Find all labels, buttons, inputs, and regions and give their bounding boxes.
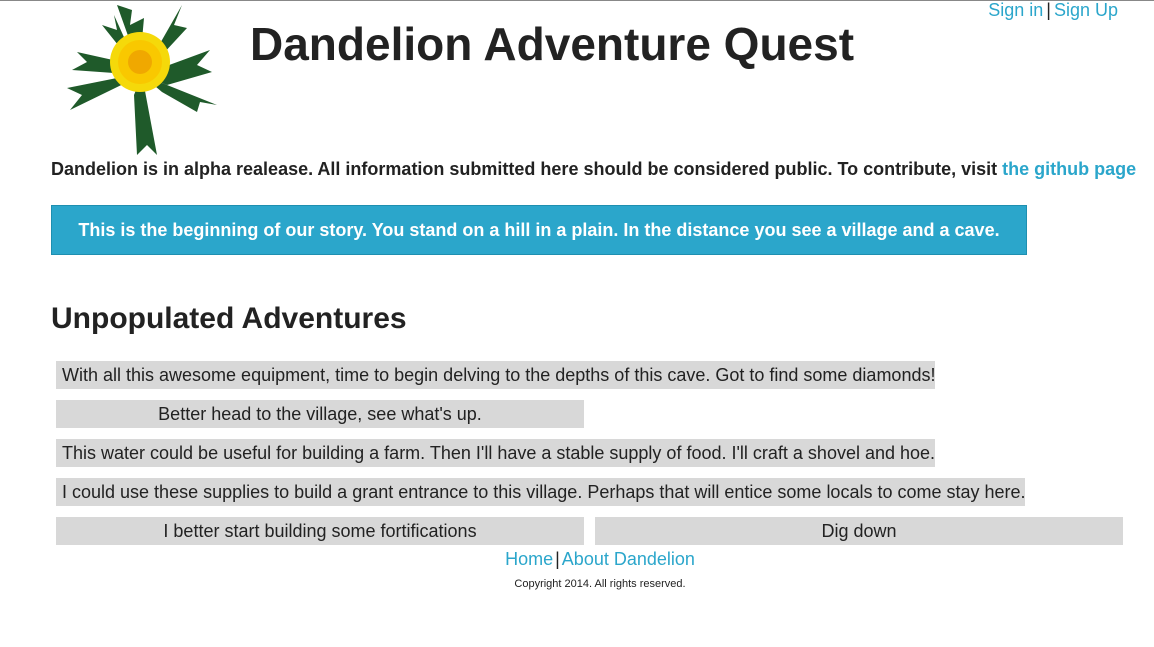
copyright: Copyright 2014. All rights reserved. bbox=[514, 578, 686, 590]
adventure-item[interactable]: I better start building some fortificati… bbox=[56, 517, 584, 545]
sign-up-link[interactable]: Sign Up bbox=[1054, 0, 1118, 20]
story-box: This is the beginning of our story. You … bbox=[51, 205, 1027, 255]
footer-separator: | bbox=[555, 549, 560, 569]
footer-links: Home | About Dandelion bbox=[0, 548, 1154, 570]
github-link[interactable]: the github page bbox=[1002, 159, 1136, 179]
about-link[interactable]: About Dandelion bbox=[562, 549, 695, 569]
story-text: This is the beginning of our story. You … bbox=[78, 219, 1000, 240]
alpha-notice-text: Dandelion is in alpha realease. All info… bbox=[51, 159, 1003, 179]
sign-in-link[interactable]: Sign in bbox=[988, 0, 1043, 20]
auth-links: Sign in | Sign Up bbox=[988, 0, 1118, 20]
adventure-item[interactable]: I could use these supplies to build a gr… bbox=[56, 478, 1026, 506]
adventure-item[interactable]: With all this awesome equipment, time to… bbox=[56, 361, 935, 389]
adventure-item[interactable]: This water could be useful for building … bbox=[56, 439, 935, 467]
logo-flower bbox=[110, 32, 170, 92]
adventure-item[interactable]: Dig down bbox=[595, 517, 1123, 545]
adventures-heading: Unpopulated Adventures bbox=[51, 302, 407, 335]
site-title: Dandelion Adventure Quest bbox=[250, 18, 855, 70]
home-link[interactable]: Home bbox=[505, 549, 553, 569]
dandelion-logo[interactable] bbox=[62, 0, 222, 158]
alpha-notice: Dandelion is in alpha realease. All info… bbox=[51, 158, 1136, 180]
adventure-item[interactable]: Better head to the village, see what's u… bbox=[56, 400, 584, 428]
auth-separator: | bbox=[1046, 0, 1051, 20]
